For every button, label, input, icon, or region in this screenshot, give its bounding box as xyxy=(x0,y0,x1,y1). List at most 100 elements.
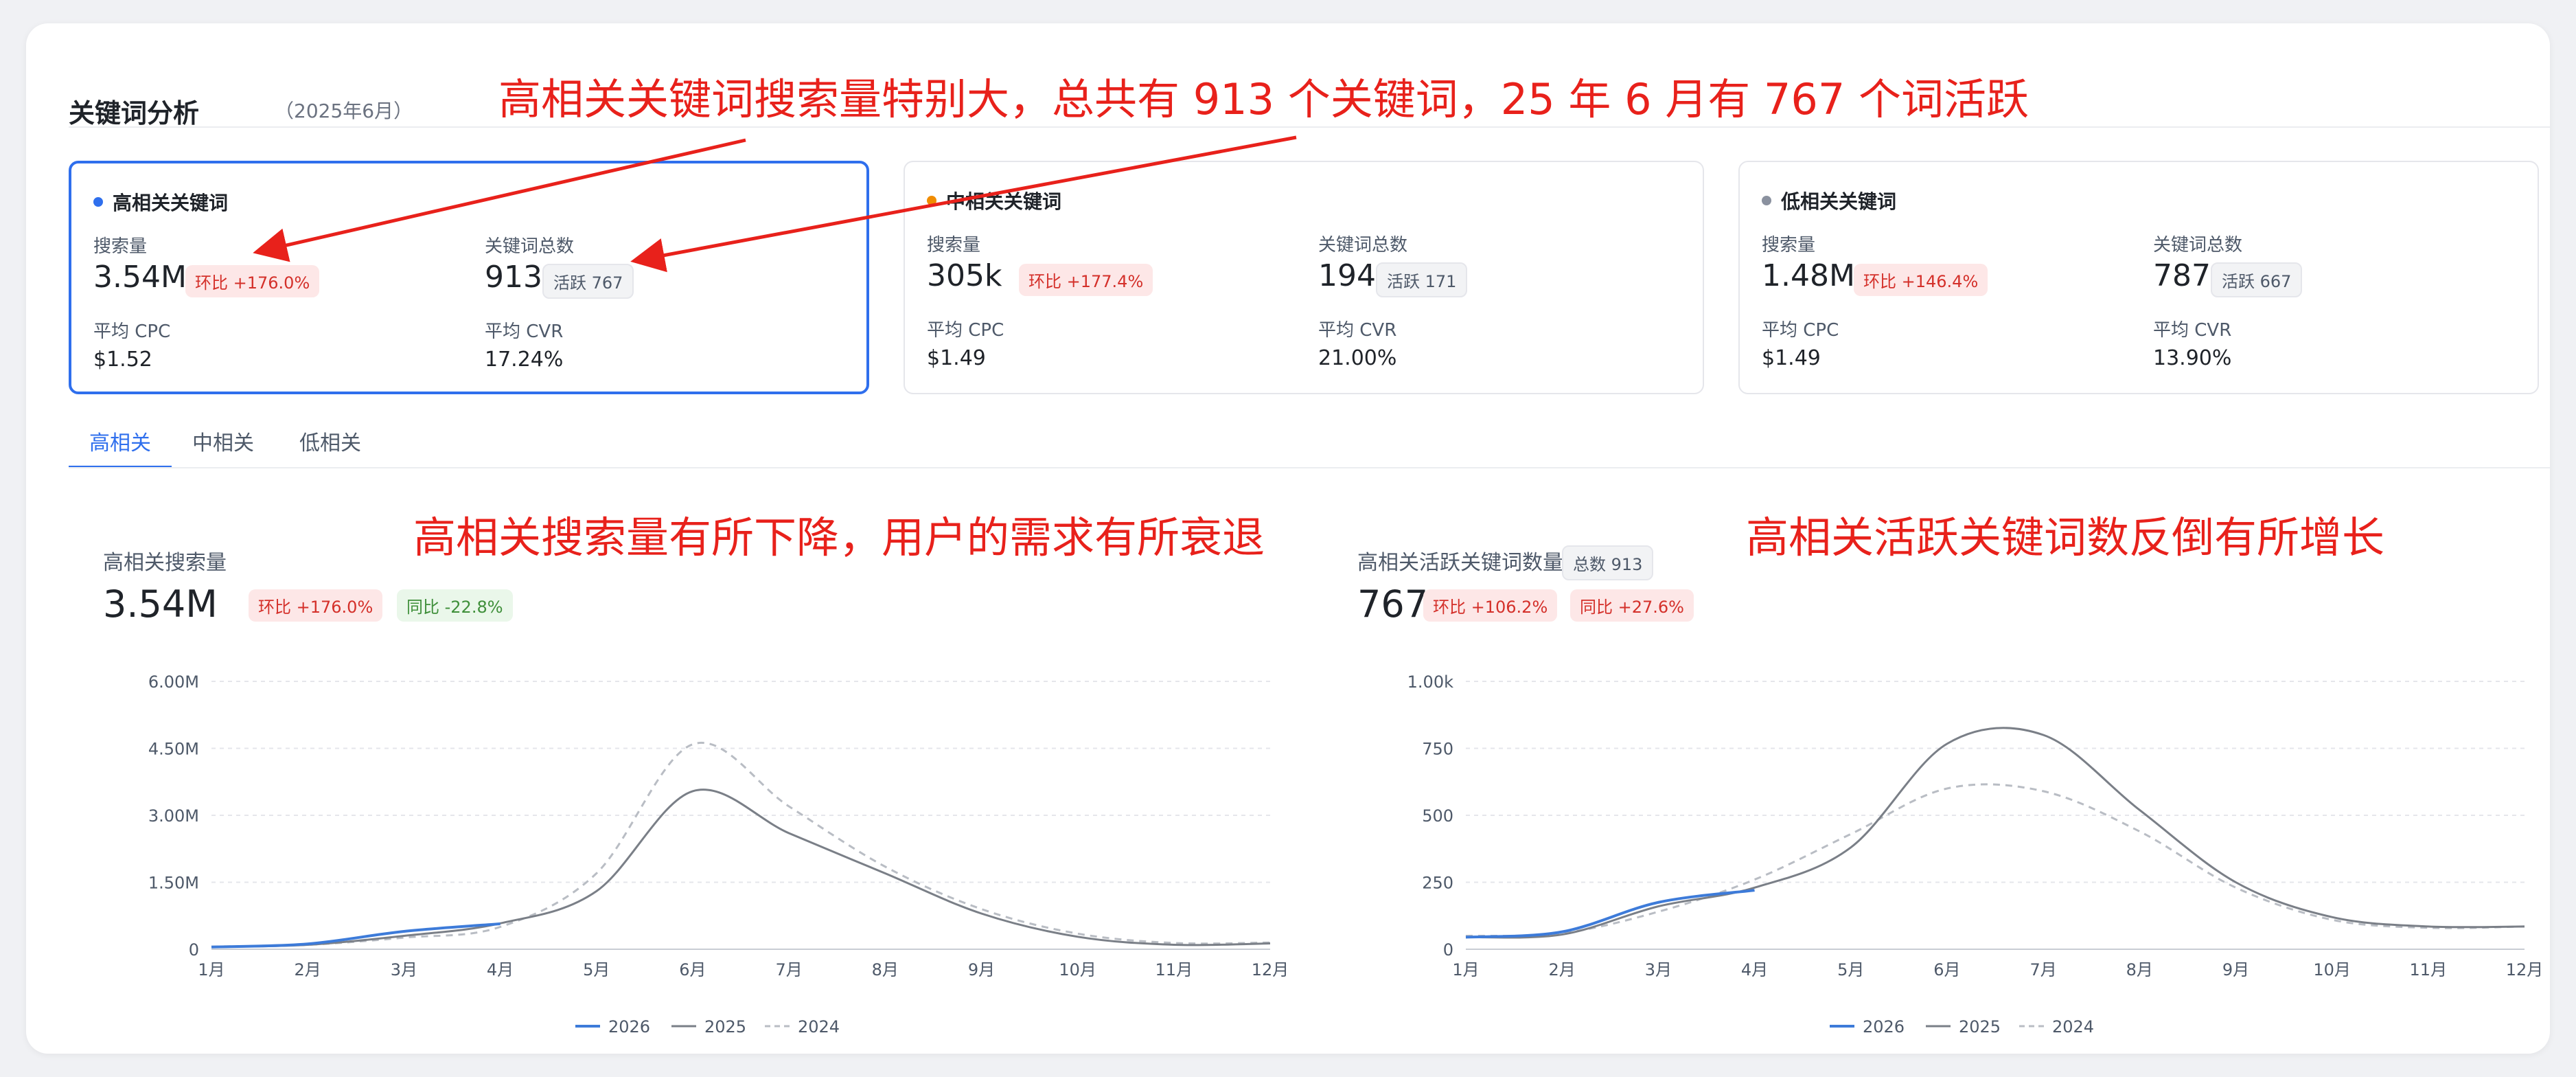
x-tick-label: 3月 xyxy=(1645,960,1672,979)
legend-label: 2024 xyxy=(2052,1017,2094,1036)
tab-high[interactable]: 高相关 xyxy=(69,422,172,468)
search-value: 305k xyxy=(927,258,1002,293)
tabs-divider xyxy=(69,467,2550,468)
annotation-left: 高相关搜索量有所下降，用户的需求有所衰退 xyxy=(413,512,1265,563)
active-keywords-chart: 高相关活跃关键词数量 总数 913 767 环比 +106.2% 同比 +27.… xyxy=(1341,518,2550,1040)
series-line-2024 xyxy=(211,742,1271,948)
cvr-label: 平均 CVR xyxy=(485,321,564,342)
x-tick-label: 1月 xyxy=(1452,960,1479,979)
legend-label: 2024 xyxy=(798,1017,840,1036)
total-label: 关键词总数 xyxy=(2153,235,2243,256)
x-tick-label: 12月 xyxy=(2506,960,2544,979)
cpc-label: 平均 CPC xyxy=(93,321,171,342)
y-tick-label: 3.00M xyxy=(148,806,199,826)
search-volume-chart: 高相关搜索量 3.54M 环比 +176.0% 同比 -22.8% 0 1.50M… xyxy=(87,518,1309,1040)
annotation-top: 高相关关键词搜索量特别大，总共有 913 个关键词，25 年 6 月有 767 … xyxy=(498,74,2029,124)
x-tick-label: 4月 xyxy=(1741,960,1768,979)
x-tick-label: 4月 xyxy=(487,960,514,979)
cvr-value: 13.90% xyxy=(2153,346,2232,370)
y-tick-label: 250 xyxy=(1422,874,1453,893)
cpc-value: $1.52 xyxy=(93,348,152,372)
mom-badge: 环比 +146.4% xyxy=(1854,264,1988,296)
x-tick-label: 3月 xyxy=(391,960,417,979)
series-line-2026 xyxy=(211,922,501,949)
card-title: 低相关关键词 xyxy=(1762,187,1896,214)
x-tick-label: 7月 xyxy=(2029,960,2056,979)
analysis-panel: 关键词分析 （2025年6月） 高相关关键词搜索量特别大，总共有 913 个关键… xyxy=(26,23,2550,1054)
x-tick-label: 8月 xyxy=(2126,960,2153,979)
status-dot-icon xyxy=(927,196,936,205)
cpc-value: $1.49 xyxy=(1762,346,1821,370)
active-badge: 活跃 667 xyxy=(2211,262,2303,297)
mom-badge: 环比 +176.0% xyxy=(185,265,320,297)
cvr-label: 平均 CVR xyxy=(1318,320,1397,341)
y-tick-label: 1.50M xyxy=(148,874,199,893)
x-tick-label: 11月 xyxy=(2410,960,2448,979)
card-title-text: 低相关关键词 xyxy=(1781,190,1897,213)
x-tick-label: 9月 xyxy=(968,960,995,979)
cpc-label: 平均 CPC xyxy=(927,320,1004,341)
tab-mid[interactable]: 中相关 xyxy=(172,422,275,466)
total-value: 913 xyxy=(485,260,542,295)
series-line-2025 xyxy=(211,789,1271,949)
x-tick-label: 1月 xyxy=(198,960,225,979)
header-divider xyxy=(69,126,2550,128)
x-tick-label: 8月 xyxy=(872,960,899,979)
search-label: 搜索量 xyxy=(927,235,981,256)
y-tick-label: 0 xyxy=(189,940,199,960)
x-tick-label: 9月 xyxy=(2222,960,2249,979)
active-badge: 活跃 171 xyxy=(1376,262,1468,297)
x-tick-label: 6月 xyxy=(1933,960,1960,979)
cvr-value: 21.00% xyxy=(1318,346,1397,370)
search-value: 1.48M xyxy=(1762,258,1855,293)
search-label: 搜索量 xyxy=(93,236,148,257)
x-tick-label: 7月 xyxy=(775,960,802,979)
legend-label: 2025 xyxy=(1959,1017,2001,1036)
x-tick-label: 10月 xyxy=(1059,960,1096,979)
series-line-2025 xyxy=(1465,727,2525,939)
cpc-label: 平均 CPC xyxy=(1762,320,1839,341)
card-title: 中相关关键词 xyxy=(927,187,1061,214)
x-tick-label: 2月 xyxy=(1549,960,1576,979)
annotation-right: 高相关活跃关键词数反倒有所增长 xyxy=(1746,512,2385,563)
relevance-tabs: 高相关 中相关 低相关 xyxy=(69,422,2550,470)
status-dot-icon xyxy=(1762,196,1771,205)
page-title: 关键词分析 xyxy=(69,98,200,128)
active-keywords-plot: 0 250 500 750 1.00k 1月 2月 3月 4月 5月 6月 7月 8月 9月 10月 11月 1… xyxy=(1407,672,2544,1036)
card-title: 高相关关键词 xyxy=(93,188,228,216)
card-title-text: 高相关关键词 xyxy=(113,192,229,214)
total-value: 194 xyxy=(1318,258,1376,293)
y-tick-label: 4.50M xyxy=(148,740,199,759)
x-tick-label: 11月 xyxy=(1155,960,1193,979)
cvr-value: 17.24% xyxy=(485,348,564,372)
search-value: 3.54M xyxy=(93,260,187,295)
tab-low[interactable]: 低相关 xyxy=(279,422,382,466)
page-subtitle: （2025年6月） xyxy=(275,100,413,122)
keyword-card[interactable]: 低相关关键词 搜索量 1.48M 环比 +146.4% 关键词总数 787 活跃 667 平均… xyxy=(1738,161,2539,394)
legend-label: 2025 xyxy=(704,1017,746,1036)
mom-badge: 环比 +177.4% xyxy=(1019,264,1153,296)
y-tick-label: 0 xyxy=(1443,940,1453,960)
legend-label: 2026 xyxy=(608,1017,650,1036)
cvr-label: 平均 CVR xyxy=(2153,320,2232,341)
total-label: 关键词总数 xyxy=(1318,235,1408,256)
search-volume-plot: 0 1.50M 3.00M 4.50M 6.00M 1月 2月 3月 4月 5月 6月 7月 8月 9月 1… xyxy=(148,672,1289,1036)
x-tick-label: 10月 xyxy=(2313,960,2351,979)
active-badge: 活跃 767 xyxy=(542,264,634,299)
x-tick-label: 5月 xyxy=(583,960,610,979)
x-tick-label: 5月 xyxy=(1837,960,1864,979)
keyword-card[interactable]: 中相关关键词搜索量 305k 环比 +177.4% 关键词总数 194 活跃 171 平均 … xyxy=(904,161,1704,394)
legend-label: 2026 xyxy=(1863,1017,1905,1036)
y-tick-label: 6.00M xyxy=(148,672,199,692)
x-tick-label: 6月 xyxy=(679,960,706,979)
y-tick-label: 750 xyxy=(1422,740,1453,759)
cpc-value: $1.49 xyxy=(927,346,986,370)
total-label: 关键词总数 xyxy=(485,236,575,257)
status-dot-icon xyxy=(93,197,103,207)
total-value: 787 xyxy=(2153,258,2211,293)
y-tick-label: 500 xyxy=(1422,806,1453,826)
x-tick-label: 2月 xyxy=(295,960,321,979)
keyword-card[interactable]: 高相关关键词搜索量 3.54M 环比 +176.0% 关键词总数 913 活跃 767 平均… xyxy=(69,161,869,394)
x-tick-label: 12月 xyxy=(1252,960,1289,979)
y-tick-label: 1.00k xyxy=(1407,672,1453,692)
